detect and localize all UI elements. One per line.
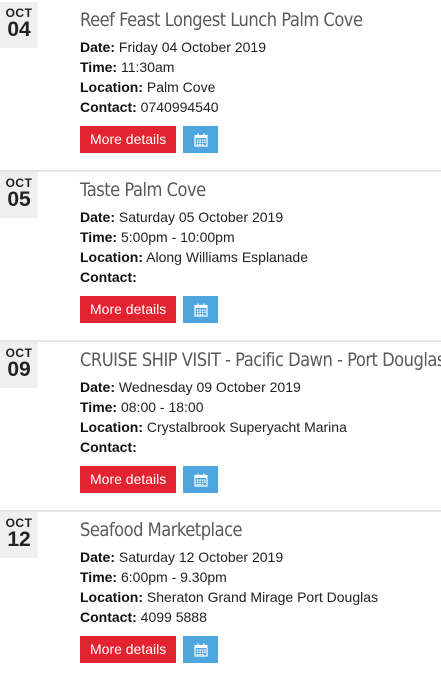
event-actions: More details [80,636,441,663]
event-actions: More details [80,126,441,153]
date-day: 04 [7,18,31,41]
event-actions: More details [80,466,441,493]
event-time: 08:00 - 18:00 [120,399,204,415]
contact-label: Contact: [80,609,137,625]
event-content: Seafood Marketplace Date: Saturday 12 Oc… [80,510,441,663]
location-label: Location: [80,589,143,605]
event-date-row: Date: Friday 04 October 2019 [80,37,441,57]
event-date: Saturday 05 October 2019 [118,209,284,225]
more-details-button[interactable]: More details [80,466,177,493]
event-content: Taste Palm Cove Date: Saturday 05 Octobe… [80,170,441,323]
date-label: Date: [80,549,116,565]
event-contact-row: Contact: 4099 5888 [80,607,441,627]
event-date-row: Date: Saturday 12 October 2019 [80,547,441,567]
event-content: CRUISE SHIP VISIT - Pacific Dawn - Port … [80,340,441,493]
event-date-row: Date: Saturday 05 October 2019 [80,207,441,227]
event-location-row: Location: Palm Cove [80,77,441,97]
event-item: OCT 04 Reef Feast Longest Lunch Palm Cov… [0,0,441,170]
add-to-calendar-button[interactable] [183,636,219,663]
event-time: 6:00pm - 9.30pm [120,569,227,585]
more-details-button[interactable]: More details [80,296,177,323]
event-title[interactable]: Reef Feast Longest Lunch Palm Cove [80,7,390,33]
event-contact: 4099 5888 [140,609,207,625]
time-label: Time: [80,229,118,245]
time-label: Time: [80,399,118,415]
date-badge: OCT 09 [0,342,38,388]
event-contact-row: Contact: [80,267,441,287]
time-label: Time: [80,59,118,75]
event-item: OCT 12 Seafood Marketplace Date: Saturda… [0,510,441,680]
location-label: Location: [80,419,143,435]
event-date: Friday 04 October 2019 [118,39,266,55]
event-list: OCT 04 Reef Feast Longest Lunch Palm Cov… [0,0,441,680]
calendar-icon [194,643,208,657]
event-location: Sheraton Grand Mirage Port Douglas [146,589,379,605]
event-location-row: Location: Along Williams Esplanade [80,247,441,267]
event-location-row: Location: Crystalbrook Superyacht Marina [80,417,441,437]
date-label: Date: [80,39,116,55]
event-time-row: Time: 08:00 - 18:00 [80,397,441,417]
date-badge: OCT 04 [0,2,38,48]
event-location-row: Location: Sheraton Grand Mirage Port Dou… [80,587,441,607]
date-label: Date: [80,209,116,225]
calendar-icon [194,133,208,147]
event-time-row: Time: 6:00pm - 9.30pm [80,567,441,587]
date-label: Date: [80,379,116,395]
event-time: 11:30am [120,59,175,75]
event-title[interactable]: Seafood Marketplace [80,517,390,543]
add-to-calendar-button[interactable] [183,126,219,153]
event-item: OCT 05 Taste Palm Cove Date: Saturday 05… [0,170,441,340]
add-to-calendar-button[interactable] [183,466,219,493]
event-actions: More details [80,296,441,323]
event-contact-row: Contact: 0740994540 [80,97,441,117]
event-title[interactable]: Taste Palm Cove [80,177,390,203]
time-label: Time: [80,569,118,585]
calendar-icon [194,303,208,317]
event-item: OCT 09 CRUISE SHIP VISIT - Pacific Dawn … [0,340,441,510]
add-to-calendar-button[interactable] [183,296,219,323]
event-location: Crystalbrook Superyacht Marina [146,419,347,435]
event-content: Reef Feast Longest Lunch Palm Cove Date:… [80,0,441,153]
event-date: Saturday 12 October 2019 [118,549,284,565]
event-contact: 0740994540 [140,99,219,115]
date-badge: OCT 05 [0,172,38,218]
event-time-row: Time: 5:00pm - 10:00pm [80,227,441,247]
contact-label: Contact: [80,439,137,455]
contact-label: Contact: [80,99,137,115]
date-day: 05 [7,188,31,211]
event-date: Wednesday 09 October 2019 [118,379,301,395]
location-label: Location: [80,249,143,265]
contact-label: Contact: [80,269,137,285]
more-details-button[interactable]: More details [80,126,177,153]
calendar-icon [194,473,208,487]
more-details-button[interactable]: More details [80,636,177,663]
date-day: 12 [7,528,31,551]
event-time: 5:00pm - 10:00pm [120,229,235,245]
location-label: Location: [80,79,143,95]
event-title[interactable]: CRUISE SHIP VISIT - Pacific Dawn - Port … [80,347,441,373]
event-time-row: Time: 11:30am [80,57,441,77]
event-date-row: Date: Wednesday 09 October 2019 [80,377,441,397]
event-contact-row: Contact: [80,437,441,457]
event-location: Along Williams Esplanade [146,249,308,265]
date-day: 09 [7,358,31,381]
date-badge: OCT 12 [0,512,38,558]
event-location: Palm Cove [146,79,216,95]
